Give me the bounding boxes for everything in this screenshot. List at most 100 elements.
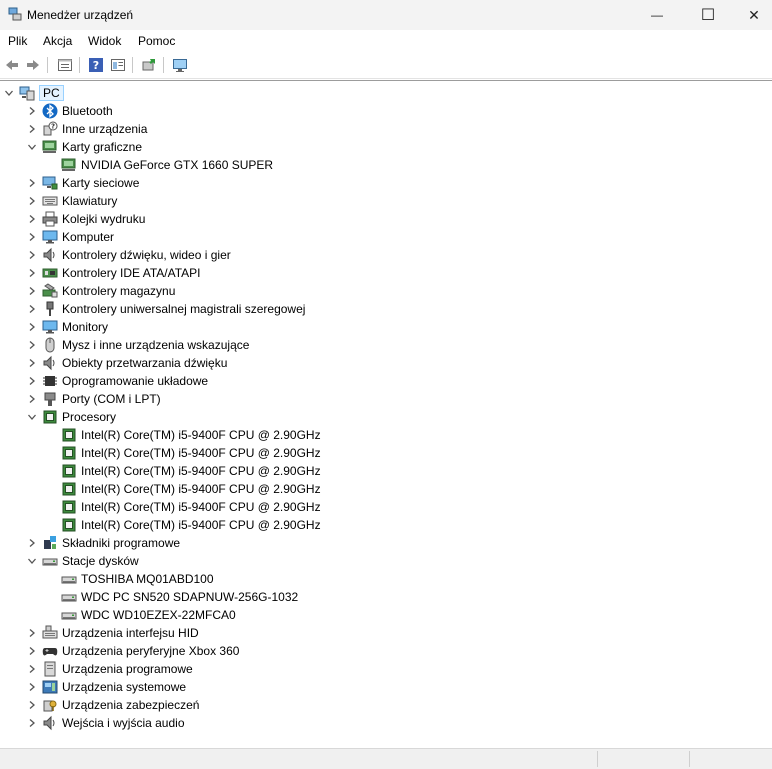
chevron-right-icon[interactable] (25, 174, 39, 192)
device-tree[interactable]: PC Bluetooth? Inne urządzenia Karty graficz… (0, 80, 772, 749)
tree-item-label: Intel(R) Core(TM) i5-9400F CPU @ 2.90GHz (81, 518, 321, 532)
back-button[interactable] (3, 56, 21, 74)
hid-icon (42, 625, 58, 641)
chevron-right-icon[interactable] (25, 336, 39, 354)
tree-item-intel-r-core-tm-i5-9400f-cpu-2-90ghz[interactable]: Intel(R) Core(TM) i5-9400F CPU @ 2.90GHz (44, 444, 321, 462)
properties-button[interactable] (56, 56, 74, 74)
help-icon: ? (89, 58, 103, 72)
storage-controller-icon (42, 283, 58, 299)
tree-item-label: Kolejki wydruku (62, 212, 146, 226)
help-button[interactable]: ? (87, 56, 105, 74)
tree-item-monitory[interactable]: Monitory (25, 318, 108, 336)
chevron-right-icon[interactable] (25, 642, 39, 660)
tree-item-intel-r-core-tm-i5-9400f-cpu-2-90ghz[interactable]: Intel(R) Core(TM) i5-9400F CPU @ 2.90GHz (44, 426, 321, 444)
chevron-down-icon[interactable] (2, 84, 16, 102)
forward-button[interactable] (24, 56, 42, 74)
network-adapter-icon (42, 175, 58, 191)
close-button[interactable]: ✕ (731, 0, 772, 30)
tree-item-intel-r-core-tm-i5-9400f-cpu-2-90ghz[interactable]: Intel(R) Core(TM) i5-9400F CPU @ 2.90GHz (44, 516, 321, 534)
tree-item-wej-cia-i-wyj-cia-audio[interactable]: Wejścia i wyjścia audio (25, 714, 185, 732)
chevron-right-icon[interactable] (25, 678, 39, 696)
toolbar-separator (163, 57, 164, 73)
tree-item-obiekty-przetwarzania-d-wi-ku[interactable]: Obiekty przetwarzania dźwięku (25, 354, 227, 372)
chevron-right-icon[interactable] (25, 318, 39, 336)
menu-help[interactable]: Pomoc (138, 34, 175, 48)
chevron-down-icon[interactable] (25, 408, 39, 426)
tree-item-nvidia-geforce-gtx-1660-super[interactable]: NVIDIA GeForce GTX 1660 SUPER (44, 156, 273, 174)
tree-item-klawiatury[interactable]: Klawiatury (25, 192, 117, 210)
tree-item-kontrolery-uniwersalnej-magistrali-szeregowej[interactable]: Kontrolery uniwersalnej magistrali szere… (25, 300, 305, 318)
menu-action[interactable]: Akcja (43, 34, 72, 48)
tree-item-label: Inne urządzenia (62, 122, 148, 136)
tree-item-label: Kontrolery magazynu (62, 284, 176, 298)
scan-hardware-icon (173, 59, 187, 72)
tree-item-intel-r-core-tm-i5-9400f-cpu-2-90ghz[interactable]: Intel(R) Core(TM) i5-9400F CPU @ 2.90GHz (44, 498, 321, 516)
tree-item-kontrolery-d-wi-ku-wideo-i-gier[interactable]: Kontrolery dźwięku, wideo i gier (25, 246, 231, 264)
chevron-right-icon[interactable] (25, 534, 39, 552)
chevron-right-icon[interactable] (25, 246, 39, 264)
tree-item-intel-r-core-tm-i5-9400f-cpu-2-90ghz[interactable]: Intel(R) Core(TM) i5-9400F CPU @ 2.90GHz (44, 462, 321, 480)
chevron-right-icon[interactable] (25, 714, 39, 732)
chevron-right-icon[interactable] (25, 372, 39, 390)
tree-item-pc[interactable]: PC (2, 84, 64, 102)
tree-item-porty-com-i-lpt[interactable]: Porty (COM i LPT) (25, 390, 161, 408)
chevron-right-icon[interactable] (25, 300, 39, 318)
menu-bar: Plik Akcja Widok Pomoc (0, 30, 772, 52)
tree-item-urz-dzenia-systemowe[interactable]: Urządzenia systemowe (25, 678, 186, 696)
chevron-right-icon[interactable] (25, 282, 39, 300)
tree-item-urz-dzenia-peryferyjne-xbox-360[interactable]: Urządzenia peryferyjne Xbox 360 (25, 642, 239, 660)
chevron-right-icon[interactable] (25, 696, 39, 714)
tree-item-urz-dzenia-zabezpiecze[interactable]: Urządzenia zabezpieczeń (25, 696, 199, 714)
processor-icon (61, 481, 77, 497)
speaker-icon (42, 247, 58, 263)
tree-item-label: Obiekty przetwarzania dźwięku (62, 356, 228, 370)
software-device-icon (42, 661, 58, 677)
tree-item-wdc-wd10ezex-22mfca0[interactable]: WDC WD10EZEX-22MFCA0 (44, 606, 236, 624)
minimize-button[interactable]: — (634, 0, 680, 30)
tree-item-kolejki-wydruku[interactable]: Kolejki wydruku (25, 210, 145, 228)
scan-hardware-button[interactable] (171, 56, 189, 74)
tree-item-inne-urz-dzenia[interactable]: ? Inne urządzenia (25, 120, 147, 138)
chevron-right-icon[interactable] (25, 354, 39, 372)
tree-item-wdc-pc-sn520-sdapnuw-256g-1032[interactable]: WDC PC SN520 SDAPNUW-256G-1032 (44, 588, 298, 606)
tree-item-urz-dzenia-programowe[interactable]: Urządzenia programowe (25, 660, 193, 678)
unknown-device-icon: ? (42, 121, 58, 137)
chevron-right-icon[interactable] (25, 264, 39, 282)
tree-item-urz-dzenia-interfejsu-hid[interactable]: Urządzenia interfejsu HID (25, 624, 199, 642)
chevron-right-icon[interactable] (25, 624, 39, 642)
chevron-right-icon[interactable] (25, 390, 39, 408)
tree-item-stacje-dysk-w[interactable]: Stacje dysków (25, 552, 139, 570)
chevron-right-icon[interactable] (25, 120, 39, 138)
menu-file[interactable]: Plik (8, 34, 27, 48)
tree-item-komputer[interactable]: Komputer (25, 228, 114, 246)
chevron-right-icon[interactable] (25, 660, 39, 678)
tree-item-oprogramowanie-uk-adowe[interactable]: Oprogramowanie układowe (25, 372, 208, 390)
device-manager-app-icon (8, 7, 22, 21)
chevron-right-icon[interactable] (25, 210, 39, 228)
update-driver-button[interactable] (140, 56, 158, 74)
status-separator (597, 751, 598, 767)
chevron-right-icon[interactable] (25, 228, 39, 246)
menu-view[interactable]: Widok (88, 34, 121, 48)
chevron-right-icon[interactable] (25, 192, 39, 210)
chevron-right-icon[interactable] (25, 102, 39, 120)
tree-item-mysz-i-inne-urz-dzenia-wskazuj-ce[interactable]: Mysz i inne urządzenia wskazujące (25, 336, 249, 354)
chevron-down-icon[interactable] (25, 552, 39, 570)
tree-item-kontrolery-magazynu[interactable]: Kontrolery magazynu (25, 282, 175, 300)
tree-item-karty-graficzne[interactable]: Karty graficzne (25, 138, 142, 156)
svg-text:?: ? (51, 123, 55, 131)
tree-item-intel-r-core-tm-i5-9400f-cpu-2-90ghz[interactable]: Intel(R) Core(TM) i5-9400F CPU @ 2.90GHz (44, 480, 321, 498)
tree-item-label: Urządzenia interfejsu HID (62, 626, 199, 640)
title-bar[interactable]: Menedżer urządzeń — ☐ ✕ (0, 0, 772, 30)
tree-item-bluetooth[interactable]: Bluetooth (25, 102, 113, 120)
tree-item-sk-adniki-programowe[interactable]: Składniki programowe (25, 534, 180, 552)
forward-arrow-icon (27, 60, 39, 70)
tree-item-toshiba-mq01abd100[interactable]: TOSHIBA MQ01ABD100 (44, 570, 214, 588)
view-button[interactable] (109, 56, 127, 74)
tree-item-procesory[interactable]: Procesory (25, 408, 116, 426)
chevron-down-icon[interactable] (25, 138, 39, 156)
maximize-button[interactable]: ☐ (685, 0, 731, 30)
tree-item-karty-sieciowe[interactable]: Karty sieciowe (25, 174, 139, 192)
tree-item-kontrolery-ide-ata-atapi[interactable]: Kontrolery IDE ATA/ATAPI (25, 264, 201, 282)
